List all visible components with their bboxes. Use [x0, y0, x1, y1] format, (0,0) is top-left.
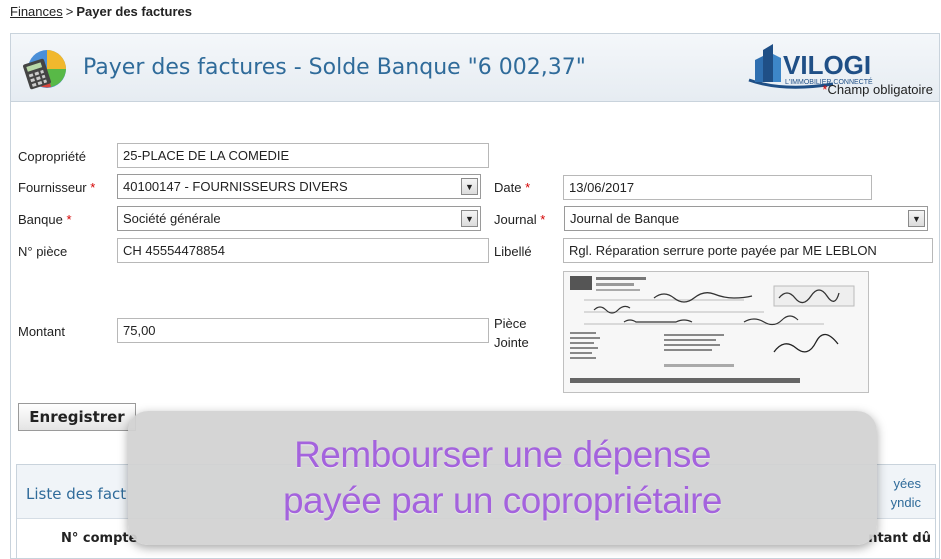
list-title: Liste des fact: [26, 485, 127, 503]
fournisseur-select[interactable]: 40100147 - FOURNISSEURS DIVERS ▼: [117, 174, 481, 199]
libelle-field[interactable]: Rgl. Réparation serrure porte payée par …: [563, 238, 933, 263]
libelle-label: Libellé: [494, 244, 532, 259]
panel-header: Payer des factures - Solde Banque "6 002…: [11, 34, 939, 102]
piece-label: N° pièce: [18, 244, 68, 259]
journal-select[interactable]: Journal de Banque ▼: [564, 206, 928, 231]
banque-value: Société générale: [123, 211, 221, 226]
banque-select[interactable]: Société générale ▼: [117, 206, 481, 231]
caption-overlay: Rembourser une dépense payée par un copr…: [128, 411, 877, 545]
list-header-link[interactable]: yées yndic: [891, 474, 921, 512]
cheque-image-icon: [564, 272, 868, 392]
chevron-down-icon[interactable]: ▼: [461, 210, 478, 227]
required-note: *Champ obligatoire: [822, 82, 933, 97]
breadcrumb: Finances > Payer des factures: [10, 4, 192, 19]
piece-jointe-label: Pièce Jointe: [494, 316, 529, 350]
chevron-down-icon[interactable]: ▼: [908, 210, 925, 227]
breadcrumb-link-finances[interactable]: Finances: [10, 4, 63, 19]
save-button[interactable]: Enregistrer: [18, 403, 136, 431]
copropriete-field[interactable]: 25-PLACE DE LA COMEDIE: [117, 143, 489, 168]
column-header-amount-due[interactable]: ntant dû: [868, 531, 931, 546]
journal-value: Journal de Banque: [570, 211, 680, 226]
page-title: Payer des factures - Solde Banque "6 002…: [83, 55, 586, 80]
calculator-chart-icon: [23, 50, 66, 90]
copropriete-label: Copropriété: [18, 149, 86, 164]
fournisseur-value: 40100147 - FOURNISSEURS DIVERS: [123, 179, 348, 194]
required-note-text: Champ obligatoire: [827, 82, 933, 97]
fournisseur-label: Fournisseur *: [18, 180, 96, 195]
caption-line-1: Rembourser une dépense: [294, 434, 711, 475]
date-field[interactable]: 13/06/2017: [563, 175, 872, 200]
montant-label: Montant: [18, 324, 65, 339]
svg-text:VILOGI: VILOGI: [783, 50, 871, 80]
chevron-down-icon[interactable]: ▼: [461, 178, 478, 195]
journal-label: Journal *: [494, 212, 546, 227]
attachment-cheque-image[interactable]: [563, 271, 869, 393]
breadcrumb-current: Payer des factures: [76, 4, 192, 19]
caption-line-2: payée par un copropriétaire: [282, 480, 723, 521]
montant-field[interactable]: 75,00: [117, 318, 489, 343]
banque-label: Banque *: [18, 212, 72, 227]
column-header-account[interactable]: N° compte: [61, 531, 137, 546]
date-label: Date *: [494, 180, 531, 195]
piece-field[interactable]: CH 45554478854: [117, 238, 489, 263]
breadcrumb-separator: >: [65, 4, 74, 19]
